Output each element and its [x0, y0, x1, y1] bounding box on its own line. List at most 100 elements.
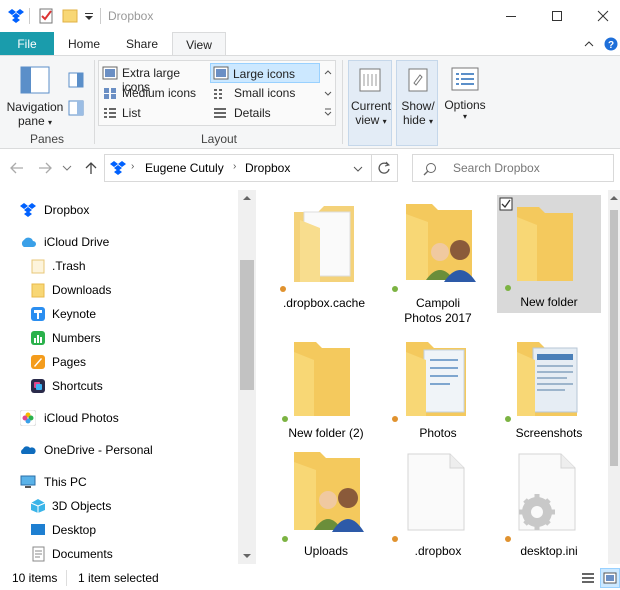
file-item-selected[interactable]: New folder [497, 195, 601, 313]
layout-medium-icons[interactable]: Medium icons [102, 84, 208, 102]
preview-pane-icon[interactable] [68, 72, 84, 88]
current-view-icon [359, 68, 381, 92]
tab-share[interactable]: Share [120, 32, 164, 56]
content-scroll-thumb[interactable] [610, 210, 618, 466]
layout-list[interactable]: List [102, 104, 208, 122]
file-item[interactable]: Uploads [274, 448, 378, 562]
options-icon [451, 67, 479, 91]
pc-icon [20, 475, 36, 488]
current-view-button[interactable]: Current view ▾ [348, 60, 392, 146]
large-icons-icon [213, 66, 229, 80]
file-icon [407, 453, 465, 531]
layout-large-icons[interactable]: Large icons [210, 63, 320, 83]
keynote-icon [31, 307, 45, 321]
layout-small-icons[interactable]: Small icons [212, 84, 318, 102]
search-box[interactable]: Search Dropbox [412, 154, 614, 182]
panes-group-label: Panes [29, 132, 65, 146]
close-button[interactable] [580, 0, 620, 32]
customize-toolbar-icon[interactable] [84, 7, 94, 25]
scroll-up-icon[interactable] [242, 194, 252, 202]
address-bar[interactable]: › Eugene Cutuly › Dropbox [104, 154, 398, 182]
maximize-icon [552, 11, 562, 21]
breadcrumb-eugene-cutuly[interactable]: Eugene Cutuly [145, 161, 224, 175]
layout-details[interactable]: Details [212, 104, 318, 122]
address-history-dropdown[interactable] [345, 155, 369, 181]
large-icons-view-icon [603, 572, 617, 584]
details-icon [214, 108, 226, 118]
details-pane-icon[interactable] [68, 100, 84, 116]
collapse-ribbon-icon[interactable] [584, 40, 594, 48]
options-dropdown-icon: ▾ [462, 112, 467, 121]
current-view-label-2: view ▾ [355, 113, 387, 127]
sync-status-icon [505, 536, 511, 542]
ribbon-tab-bar: File Home Share View ? [0, 32, 620, 57]
help-icon[interactable]: ? [604, 37, 618, 51]
sync-status-icon [282, 536, 288, 542]
back-icon[interactable] [10, 162, 24, 174]
selection-count: 1 item selected [78, 571, 159, 585]
numbers-icon [31, 331, 45, 345]
large-icons-view-button[interactable] [600, 568, 620, 588]
file-item[interactable]: .dropbox [386, 448, 490, 562]
minimize-button[interactable] [488, 0, 534, 32]
file-item[interactable]: Screenshots [497, 336, 601, 442]
dropbox-icon [8, 9, 24, 23]
scroll-down-icon[interactable] [242, 552, 252, 560]
search-icon [423, 163, 436, 176]
list-icon [104, 108, 116, 118]
status-divider [66, 570, 67, 586]
layout-extra-large-icons[interactable]: Extra large icons [102, 64, 208, 94]
options-button[interactable]: Options ▾ [440, 60, 490, 146]
navigation-pane-label-2: pane ▾ [17, 114, 53, 128]
properties-icon[interactable] [38, 7, 54, 25]
refresh-icon[interactable] [377, 161, 391, 175]
file-item[interactable]: New folder (2) [274, 336, 378, 442]
folder-people-icon [406, 204, 476, 282]
icloud-icon [21, 237, 36, 247]
folder-doc-icon [294, 206, 354, 282]
sync-status-icon [505, 416, 511, 422]
navigation-pane-icon [20, 66, 50, 94]
scroll-up-icon[interactable] [609, 194, 619, 202]
folder-docs-icon [406, 342, 466, 416]
tab-file[interactable]: File [0, 32, 54, 56]
file-item[interactable]: .dropbox.cache [272, 196, 376, 314]
documents-icon [32, 546, 45, 562]
minimize-icon [506, 16, 516, 17]
close-icon [597, 10, 609, 22]
small-icons-icon [214, 89, 222, 99]
navigation-pane-label: Navigation [6, 100, 64, 114]
folder-icon [517, 207, 573, 281]
maximize-button[interactable] [534, 0, 580, 32]
file-item[interactable]: Photos [386, 336, 490, 442]
navigation-pane-button[interactable]: Navigation pane ▾ [4, 60, 66, 130]
breadcrumb-separator-icon: › [233, 161, 237, 172]
folder-screens-icon [517, 342, 578, 416]
breadcrumb-dropbox[interactable]: Dropbox [245, 161, 290, 175]
svg-text:?: ? [608, 40, 614, 51]
extra-large-icons-icon [102, 66, 118, 80]
tab-view[interactable]: View [172, 32, 226, 57]
forward-icon[interactable] [38, 162, 52, 174]
tab-home[interactable]: Home [62, 32, 106, 56]
dropbox-icon [20, 203, 36, 217]
recent-locations-icon[interactable] [62, 164, 72, 172]
layout-gallery-scroll[interactable] [322, 62, 334, 122]
pages-icon [31, 355, 45, 369]
file-item[interactable]: desktop.ini [497, 448, 601, 562]
up-icon[interactable] [84, 161, 98, 175]
file-item[interactable]: Campoli Photos 2017 [386, 196, 490, 326]
sync-status-icon [392, 536, 398, 542]
nav-scroll-thumb[interactable] [240, 260, 254, 390]
shortcuts-icon [31, 379, 45, 393]
details-view-icon[interactable] [580, 570, 596, 586]
breadcrumb-separator-icon: › [131, 161, 135, 172]
sync-status-icon [505, 285, 511, 291]
sync-status-icon [392, 286, 398, 292]
show-hide-button[interactable]: Show/ hide ▾ [396, 60, 438, 146]
item-count: 10 items [12, 571, 58, 585]
new-folder-icon[interactable] [62, 7, 78, 25]
selection-checkbox-icon[interactable] [499, 197, 513, 211]
search-input[interactable]: Search Dropbox [453, 161, 540, 175]
medium-icons-icon [104, 88, 116, 99]
